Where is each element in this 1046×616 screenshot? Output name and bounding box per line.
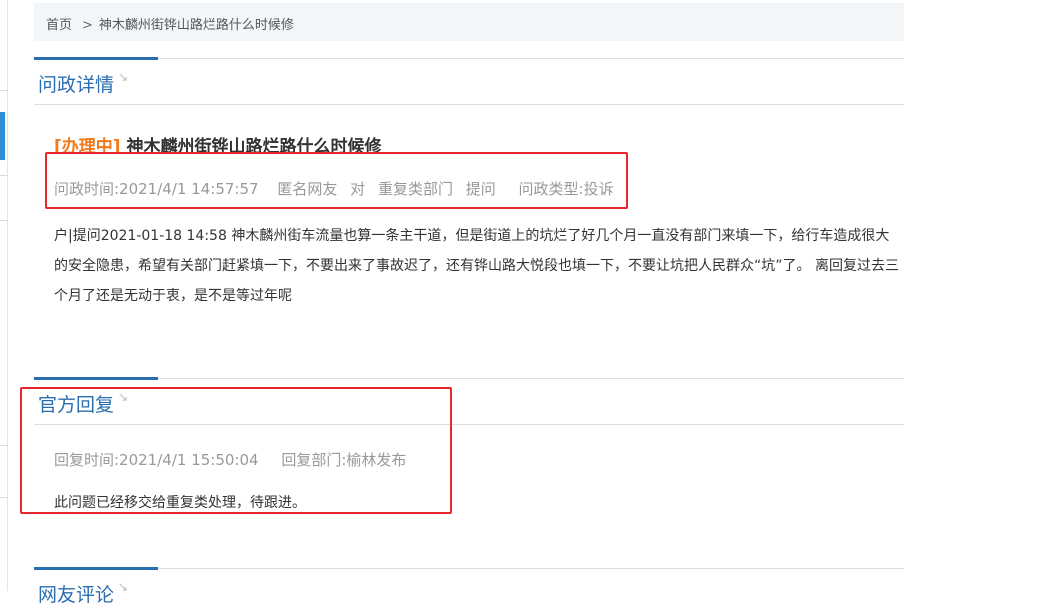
section-bottom-line xyxy=(34,104,904,105)
left-divider xyxy=(0,90,7,91)
left-divider xyxy=(0,220,7,221)
breadcrumb-separator: > xyxy=(82,18,93,33)
breadcrumb-home-link[interactable]: 首页 xyxy=(46,18,72,33)
breadcrumb: 首页 > 神木麟州街铧山路烂路什么时候修 xyxy=(46,14,294,33)
left-panel-edge xyxy=(0,0,8,591)
left-divider xyxy=(0,497,7,498)
left-divider xyxy=(0,445,7,446)
comments-section-header: 网友评论 ↘ xyxy=(34,567,904,616)
comments-section-title: 网友评论 ↘ xyxy=(38,580,128,607)
section-top-line xyxy=(34,568,904,569)
section-top-line xyxy=(34,378,904,379)
comments-section-title-text: 网友评论 xyxy=(38,584,115,606)
question-content: 户|提问2021-01-18 14:58 神木麟州街车流量也算一条主干道，但是街… xyxy=(54,228,899,304)
highlight-box-question-meta xyxy=(45,152,628,209)
section-top-line xyxy=(34,58,904,59)
breadcrumb-current: 神木麟州街铧山路烂路什么时候修 xyxy=(98,18,294,33)
detail-section-header: 问政详情 ↘ xyxy=(34,57,904,106)
left-panel-active-marker xyxy=(0,112,5,160)
detail-section-title-text: 问政详情 xyxy=(38,74,115,96)
corner-arrow-icon: ↘ xyxy=(118,70,129,84)
section-accent-bar xyxy=(34,377,158,380)
section-accent-bar xyxy=(34,567,158,570)
breadcrumb-bar: 首页 > 神木麟州街铧山路烂路什么时候修 xyxy=(34,3,904,41)
left-divider xyxy=(0,175,7,176)
highlight-box-official-reply xyxy=(20,387,452,514)
detail-section-title: 问政详情 ↘ xyxy=(38,70,128,97)
corner-arrow-icon: ↘ xyxy=(118,580,129,594)
section-accent-bar xyxy=(34,57,158,60)
